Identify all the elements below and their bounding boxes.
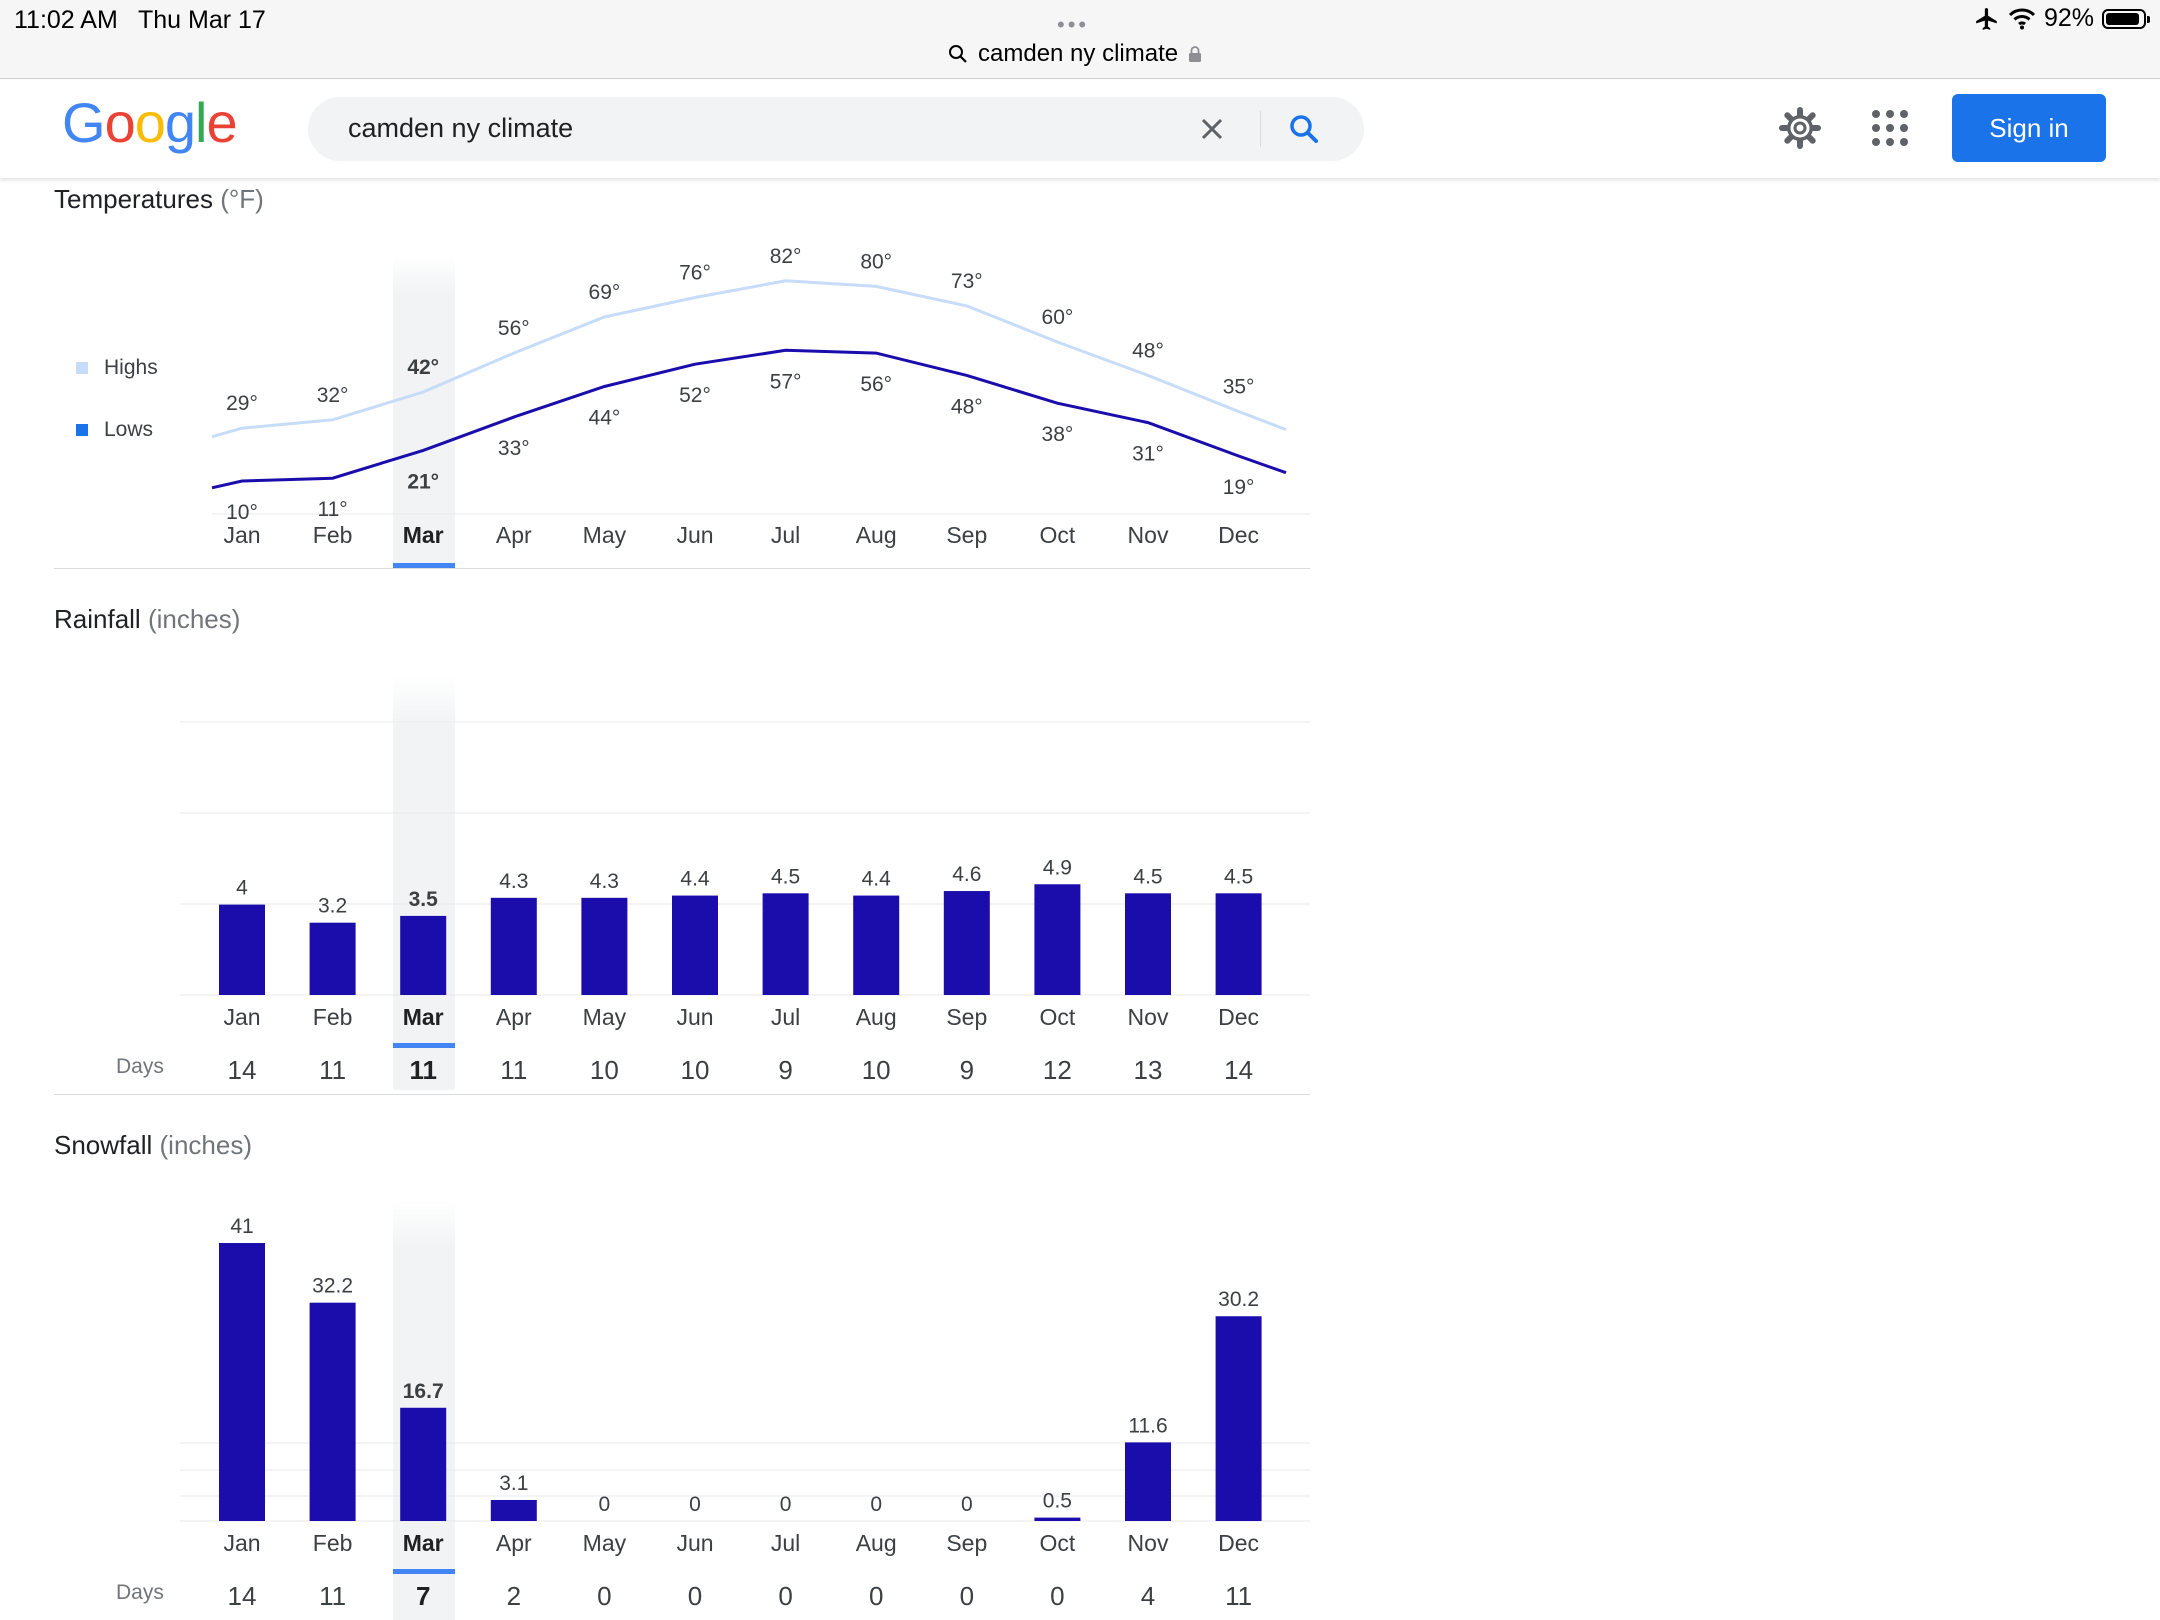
rainfall-month-label-may[interactable]: May: [559, 1004, 649, 1031]
snowfall-bar-feb[interactable]: [309, 1302, 356, 1521]
rainfall-days-mar: 11: [409, 1055, 437, 1085]
snowfall-month-label-dec[interactable]: Dec: [1194, 1530, 1284, 1557]
snowfall-value-oct: 0.5: [1043, 1490, 1072, 1513]
search-icon: [1290, 115, 1318, 143]
snowfall-bar-nov[interactable]: [1125, 1442, 1171, 1521]
rainfall-days-jan: 14: [227, 1055, 257, 1085]
temp-month-label-dec[interactable]: Dec: [1194, 522, 1284, 549]
selected-month-indicator: [393, 1569, 455, 1574]
rainfall-month-label-dec[interactable]: Dec: [1194, 1004, 1284, 1031]
temp-month-label-jun[interactable]: Jun: [650, 522, 740, 549]
rainfall-days-aug: 10: [861, 1055, 891, 1085]
snowfall-bar-jan[interactable]: [219, 1243, 265, 1521]
apps-grid-icon: [1872, 110, 1908, 146]
rainfall-month-label-oct[interactable]: Oct: [1012, 1004, 1102, 1031]
snowfall-chart: 41 32.2 16.7 3.1 0 0 0 0 0 0.5 11.6 30.2: [180, 1215, 1310, 1522]
rainfall-days-dec: 14: [1224, 1055, 1254, 1085]
rainfall-month-label-jul[interactable]: Jul: [741, 1004, 831, 1031]
rainfall-days-apr: 11: [500, 1055, 528, 1085]
snowfall-days-jun: 0: [687, 1581, 703, 1611]
temp-month-label-apr[interactable]: Apr: [469, 522, 559, 549]
snowfall-bar-mar[interactable]: [400, 1407, 447, 1521]
snowfall-month-label-sep[interactable]: Sep: [922, 1530, 1012, 1557]
temp-month-label-feb[interactable]: Feb: [288, 522, 378, 549]
rainfall-days-jun: 10: [680, 1055, 710, 1085]
snowfall-days-sep: 0: [959, 1581, 975, 1611]
search-button[interactable]: [1282, 107, 1326, 151]
search-divider: [1260, 111, 1261, 147]
snowfall-value-nov: 11.6: [1128, 1414, 1167, 1437]
snowfall-value-apr: 3.1: [499, 1472, 528, 1495]
snowfall-month-label-aug[interactable]: Aug: [831, 1530, 921, 1557]
snowfall-days-mar: 7: [415, 1581, 431, 1611]
sign-in-button[interactable]: Sign in: [1952, 94, 2106, 162]
rainfall-days-nov: 13: [1133, 1055, 1163, 1085]
rainfall-days-feb: 11: [319, 1055, 347, 1085]
snowfall-days-dec: 11: [1225, 1581, 1253, 1611]
snowfall-days-oct: 0: [1050, 1581, 1065, 1611]
snowfall-month-label-jun[interactable]: Jun: [650, 1530, 740, 1557]
rainfall-days-may: 10: [589, 1055, 619, 1085]
temp-month-label-oct[interactable]: Oct: [1012, 522, 1102, 549]
snowfall-value-sep: 0: [961, 1493, 973, 1516]
snowfall-days-apr: 2: [506, 1581, 522, 1611]
snowfall-bar-oct[interactable]: [1034, 1517, 1081, 1521]
snowfall-value-aug: 0: [870, 1493, 882, 1516]
snowfall-days-aug: 0: [868, 1581, 884, 1611]
snowfall-month-label-oct[interactable]: Oct: [1012, 1530, 1102, 1557]
snowfall-month-label-feb[interactable]: Feb: [288, 1530, 378, 1557]
snowfall-days-nov: 4: [1140, 1581, 1156, 1611]
rainfall-month-label-aug[interactable]: Aug: [831, 1004, 921, 1031]
temp-month-label-aug[interactable]: Aug: [831, 522, 921, 549]
snowfall-days-feb: 11: [319, 1581, 347, 1611]
snowfall-month-label-mar[interactable]: Mar: [378, 1530, 468, 1557]
snowfall-bar-apr[interactable]: [490, 1499, 537, 1521]
snowfall-days-may: 0: [597, 1581, 612, 1611]
temp-month-label-nov[interactable]: Nov: [1103, 522, 1193, 549]
temp-month-label-may[interactable]: May: [559, 522, 649, 549]
snowfall-days-jul: 0: [778, 1581, 793, 1611]
temp-month-label-jan[interactable]: Jan: [197, 522, 287, 549]
snowfall-month-label-may[interactable]: May: [559, 1530, 649, 1557]
rainfall-month-label-nov[interactable]: Nov: [1103, 1004, 1193, 1031]
temp-month-label-sep[interactable]: Sep: [922, 522, 1012, 549]
settings-button[interactable]: [1776, 104, 1824, 152]
close-icon: [1201, 118, 1223, 140]
google-logo[interactable]: Google: [62, 90, 238, 155]
rainfall-month-label-jan[interactable]: Jan: [197, 1004, 287, 1031]
search-input[interactable]: camden ny climate: [348, 113, 573, 144]
snowfall-value-mar: 16.7: [403, 1380, 444, 1403]
temp-month-label-mar[interactable]: Mar: [378, 522, 468, 549]
rainfall-days-sep: 9: [959, 1055, 975, 1085]
gear-icon: [1779, 107, 1821, 149]
snowfall-bar-dec[interactable]: [1215, 1316, 1262, 1521]
rainfall-month-label-jun[interactable]: Jun: [650, 1004, 740, 1031]
rainfall-days-oct: 12: [1042, 1055, 1072, 1085]
snowfall-month-label-jan[interactable]: Jan: [197, 1530, 287, 1557]
snowfall-value-jul: 0: [780, 1493, 792, 1516]
clear-search-button[interactable]: [1190, 107, 1234, 151]
snowfall-month-label-nov[interactable]: Nov: [1103, 1530, 1193, 1557]
rainfall-month-label-mar[interactable]: Mar: [378, 1004, 468, 1031]
rainfall-month-label-sep[interactable]: Sep: [922, 1004, 1012, 1031]
snowfall-value-jan: 41: [230, 1215, 253, 1238]
snowfall-month-label-jul[interactable]: Jul: [741, 1530, 831, 1557]
google-apps-button[interactable]: [1866, 104, 1914, 152]
snowfall-days-jan: 14: [227, 1581, 257, 1611]
rainfall-month-label-apr[interactable]: Apr: [469, 1004, 559, 1031]
snowfall-value-feb: 32.2: [312, 1275, 353, 1298]
snowfall-value-dec: 30.2: [1218, 1288, 1259, 1311]
search-box[interactable]: camden ny climate: [308, 97, 1364, 161]
snowfall-month-label-apr[interactable]: Apr: [469, 1530, 559, 1557]
snowfall-value-may: 0: [599, 1493, 611, 1516]
temp-month-label-jul[interactable]: Jul: [741, 522, 831, 549]
snowfall-value-jun: 0: [689, 1493, 701, 1516]
rainfall-days-jul: 9: [778, 1055, 793, 1085]
rainfall-month-label-feb[interactable]: Feb: [288, 1004, 378, 1031]
google-header: Google camden ny climate Sign in: [0, 80, 2160, 178]
